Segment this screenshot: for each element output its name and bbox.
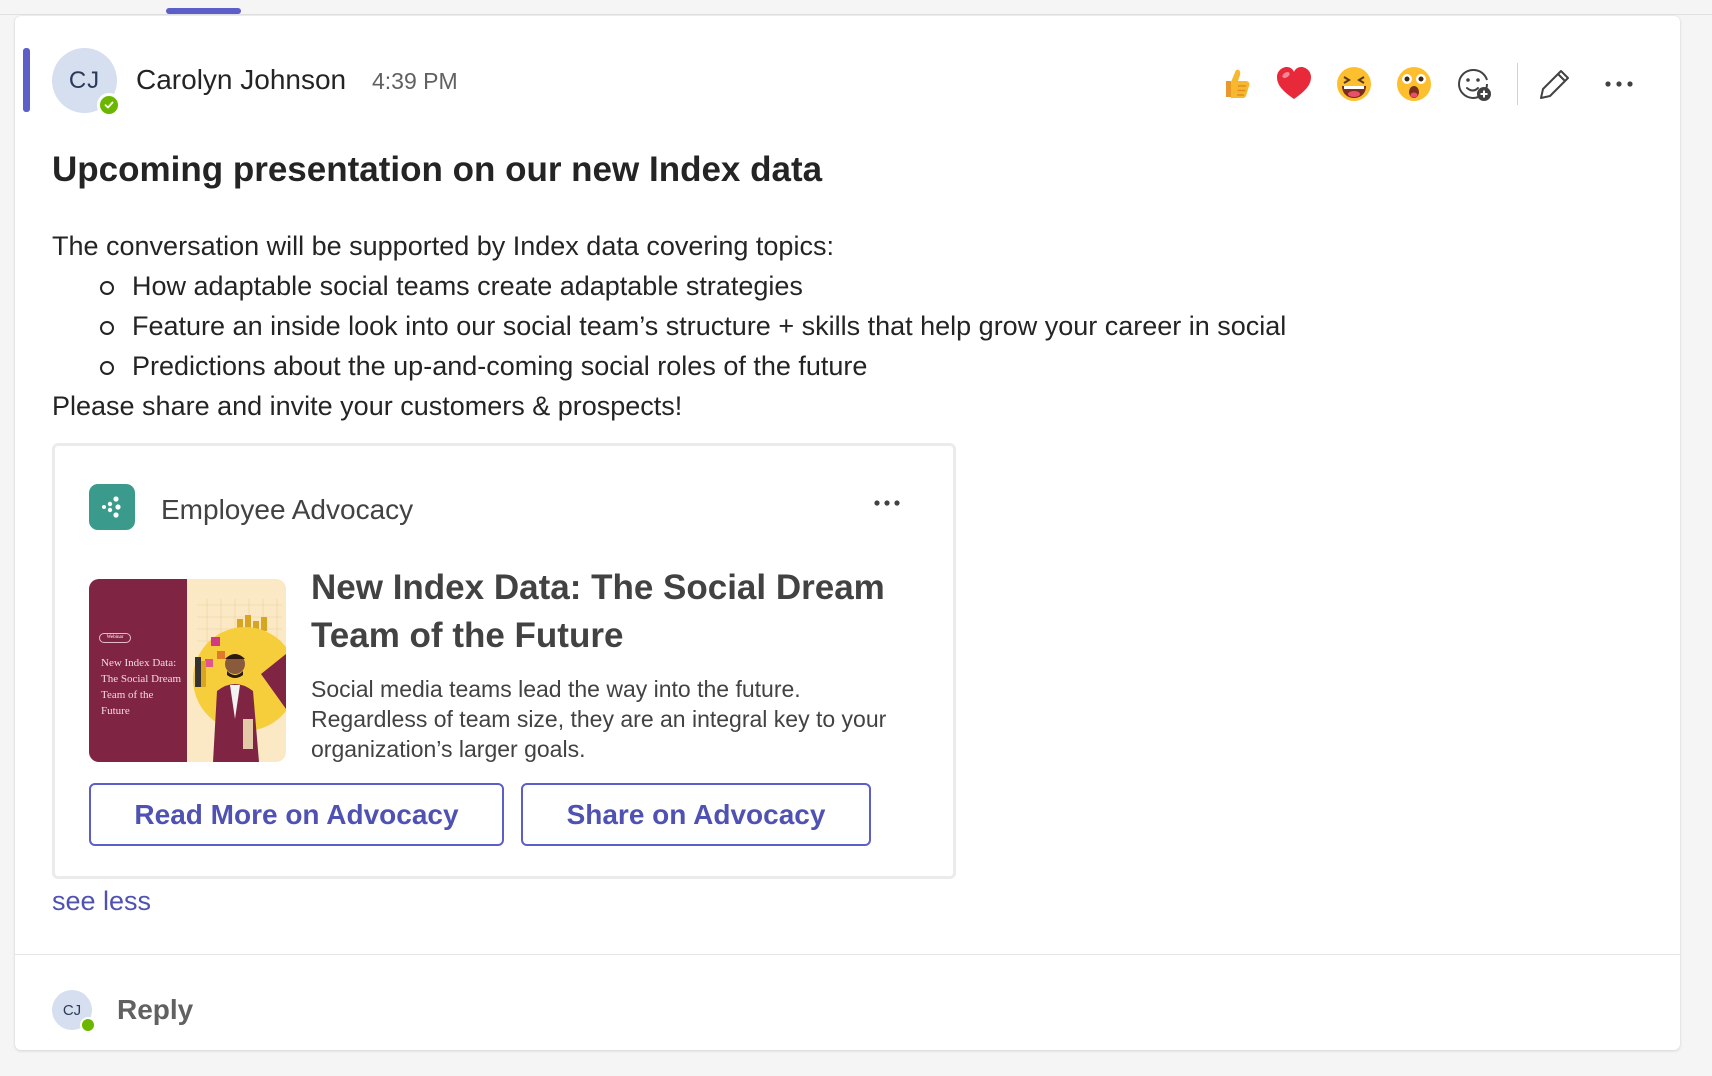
toolbar-separator — [1517, 63, 1518, 105]
more-options-icon[interactable] — [1596, 61, 1642, 107]
topic-list-item: Feature an inside look into our social t… — [94, 306, 1286, 346]
thumbs-up-icon[interactable] — [1211, 61, 1257, 107]
app-name: Employee Advocacy — [161, 494, 414, 525]
message-accent-bar — [23, 48, 30, 112]
reply-avatar: CJ — [52, 990, 96, 1033]
message-card: CJ Carolyn Johnson 4:39 PM Upcoming pres… — [15, 16, 1680, 1050]
topic-list: How adaptable social teams create adapta… — [52, 266, 1286, 386]
thumbnail-illustration — [193, 599, 286, 762]
share-button[interactable]: Share on Advocacy — [521, 783, 871, 846]
article-description: Social media teams lead the way into the… — [311, 676, 887, 762]
reaction-bar — [1211, 54, 1660, 114]
message-body: The conversation will be supported by In… — [52, 226, 1286, 426]
reply-button[interactable]: Reply — [117, 994, 193, 1026]
message-closing: Please share and invite your customers &… — [52, 391, 683, 421]
thumbnail-title: New Index Data: The Social Dream Team of… — [101, 657, 182, 717]
add-emoji-icon[interactable] — [1451, 61, 1497, 107]
reply-avatar-initials: CJ — [62, 1001, 82, 1019]
message-subject: Upcoming presentation on our new Index d… — [52, 150, 823, 189]
adaptive-card: Employee Advocacy Webinar New Index Data… — [52, 443, 956, 879]
message-timestamp: 4:39 PM — [372, 68, 458, 94]
message-intro: The conversation will be supported by In… — [52, 231, 834, 261]
heart-icon[interactable] — [1271, 61, 1317, 107]
reply-divider — [15, 954, 1680, 955]
presence-available-icon — [80, 1017, 96, 1033]
thumbnail-badge: Webinar — [99, 633, 131, 643]
author-initials: CJ — [68, 66, 101, 94]
topic-list-item: Predictions about the up-and-coming soci… — [94, 346, 1286, 386]
top-divider — [0, 14, 1712, 15]
read-more-button[interactable]: Read More on Advocacy — [89, 783, 504, 846]
pencil-icon[interactable] — [1532, 61, 1578, 107]
see-less-link[interactable]: see less — [52, 886, 151, 917]
article-thumbnail[interactable]: Webinar New Index Data: The Social Dream… — [89, 579, 286, 762]
author-name[interactable]: Carolyn Johnson — [136, 64, 346, 96]
surprised-face-icon[interactable] — [1391, 61, 1437, 107]
author-avatar[interactable]: CJ — [52, 48, 121, 117]
laughing-face-icon[interactable] — [1331, 61, 1377, 107]
card-more-options-icon[interactable] — [867, 488, 907, 518]
topic-list-item: How adaptable social teams create adapta… — [94, 266, 1286, 306]
employee-advocacy-app-icon — [89, 484, 135, 530]
article-title: New Index Data: The Social Dream Team of… — [311, 568, 885, 655]
presence-available-icon — [97, 93, 121, 117]
